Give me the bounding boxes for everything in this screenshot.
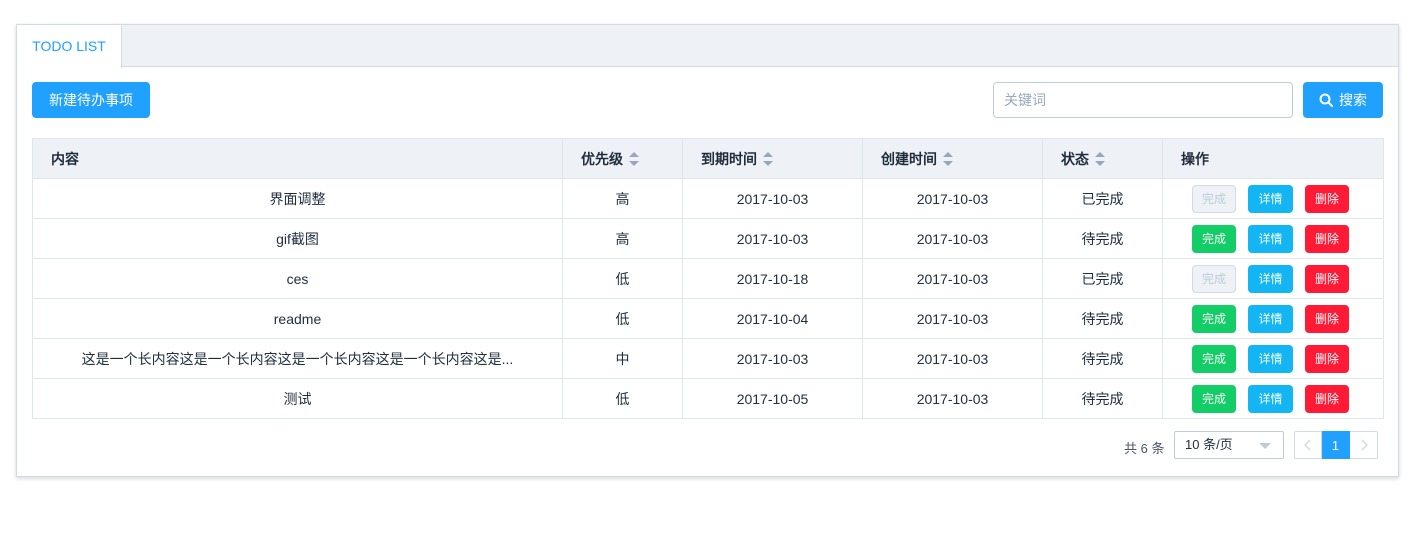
cell-priority: 低: [562, 258, 683, 299]
delete-button[interactable]: 删除: [1305, 264, 1349, 293]
cell-actions: 完成 详情 删除: [1162, 218, 1384, 259]
detail-button[interactable]: 详情: [1248, 384, 1293, 413]
cell-created: 2017-10-03: [862, 298, 1043, 339]
cell-due: 2017-10-18: [682, 258, 863, 299]
cell-priority: 高: [562, 178, 683, 219]
todo-table: 内容 优先级 到期时间 创建时间 状态 操作 界面调整 高 2017-10-03…: [32, 138, 1384, 419]
page-number-button[interactable]: 1: [1322, 431, 1350, 459]
cell-content: ces: [32, 258, 563, 299]
cell-created: 2017-10-03: [862, 218, 1043, 259]
cell-status: 待完成: [1042, 218, 1163, 259]
delete-button[interactable]: 删除: [1305, 184, 1349, 213]
cell-created: 2017-10-03: [862, 258, 1043, 299]
table-header-row: 内容 优先级 到期时间 创建时间 状态 操作: [32, 138, 1384, 179]
cell-status: 待完成: [1042, 378, 1163, 419]
complete-button: 完成: [1192, 184, 1236, 213]
table-row: 界面调整 高 2017-10-03 2017-10-03 已完成 完成 详情 删除: [32, 178, 1384, 219]
pagination: 1: [1294, 431, 1378, 459]
search-icon: [1319, 93, 1333, 107]
sort-caret-icon[interactable]: [629, 151, 639, 166]
cell-status: 已完成: [1042, 258, 1163, 299]
page-size-select[interactable]: 10 条/页: [1174, 431, 1284, 459]
cell-due: 2017-10-04: [682, 298, 863, 339]
keyword-search-input[interactable]: [993, 82, 1293, 118]
cell-status: 待完成: [1042, 338, 1163, 379]
sort-caret-icon[interactable]: [763, 151, 773, 166]
cell-due: 2017-10-03: [682, 338, 863, 379]
detail-button[interactable]: 详情: [1248, 344, 1293, 373]
complete-button[interactable]: 完成: [1192, 384, 1236, 413]
todo-card: TODO LIST 新建待办事项 搜索 内容 优先级 到期时间 创建时间 状态 …: [16, 24, 1399, 477]
complete-button: 完成: [1192, 264, 1236, 293]
cell-content: 这是一个长内容这是一个长内容这是一个长内容这是一个长内容这是...: [32, 338, 563, 379]
search-button[interactable]: 搜索: [1303, 82, 1383, 118]
cell-status: 待完成: [1042, 298, 1163, 339]
tab-todo-list[interactable]: TODO LIST: [17, 25, 122, 68]
header-content: 内容: [32, 138, 563, 179]
cell-content: 测试: [32, 378, 563, 419]
cell-actions: 完成 详情 删除: [1162, 378, 1384, 419]
delete-button[interactable]: 删除: [1305, 224, 1349, 253]
delete-button[interactable]: 删除: [1305, 344, 1349, 373]
detail-button[interactable]: 详情: [1248, 304, 1293, 333]
table-row: readme 低 2017-10-04 2017-10-03 待完成 完成 详情删…: [32, 298, 1384, 339]
header-created[interactable]: 创建时间: [862, 138, 1043, 179]
cell-due: 2017-10-03: [682, 218, 863, 259]
table-row: 测试 低 2017-10-05 2017-10-03 待完成 完成 详情 删除: [32, 378, 1384, 419]
chevron-left-icon: [1304, 439, 1311, 451]
page-size-value: 10 条/页: [1185, 437, 1233, 452]
cell-priority: 高: [562, 218, 683, 259]
header-priority[interactable]: 优先级: [562, 138, 683, 179]
cell-content: 界面调整: [32, 178, 563, 219]
cell-actions: 完成 详情 删除: [1162, 178, 1384, 219]
complete-button[interactable]: 完成: [1192, 344, 1236, 373]
sort-caret-icon[interactable]: [943, 151, 953, 166]
search-button-label: 搜索: [1339, 92, 1367, 108]
header-actions: 操作: [1162, 138, 1384, 179]
cell-priority: 低: [562, 298, 683, 339]
detail-button[interactable]: 详情: [1248, 184, 1293, 213]
detail-button[interactable]: 详情: [1248, 224, 1293, 253]
table-row: gif截图 高 2017-10-03 2017-10-03 待完成 完成 详情 删除: [32, 218, 1384, 259]
next-page-button[interactable]: [1350, 431, 1378, 459]
detail-button[interactable]: 详情: [1248, 264, 1293, 293]
table-row: ces 低 2017-10-18 2017-10-03 已完成 完成 详情 删除: [32, 258, 1384, 299]
tab-bar: TODO LIST: [17, 25, 1398, 68]
complete-button[interactable]: 完成: [1192, 224, 1236, 253]
delete-button[interactable]: 删除: [1305, 304, 1349, 333]
cell-created: 2017-10-03: [862, 378, 1043, 419]
cell-created: 2017-10-03: [862, 178, 1043, 219]
cell-priority: 低: [562, 378, 683, 419]
cell-due: 2017-10-05: [682, 378, 863, 419]
pagination-total: 共 6 条: [1124, 441, 1165, 456]
cell-actions: 完成 详情 删除: [1162, 338, 1384, 379]
complete-button[interactable]: 完成: [1192, 304, 1236, 333]
cell-created: 2017-10-03: [862, 338, 1043, 379]
caret-down-icon: [1259, 443, 1271, 449]
delete-button[interactable]: 删除: [1305, 384, 1349, 413]
cell-content: readme: [32, 298, 563, 339]
table-row: 这是一个长内容这是一个长内容这是一个长内容这是一个长内容这是... 中 2017…: [32, 338, 1384, 379]
cell-actions: 完成 详情 删除: [1162, 298, 1384, 339]
header-due[interactable]: 到期时间: [682, 138, 863, 179]
cell-priority: 中: [562, 338, 683, 379]
sort-caret-icon[interactable]: [1095, 151, 1105, 166]
header-status[interactable]: 状态: [1042, 138, 1163, 179]
cell-due: 2017-10-03: [682, 178, 863, 219]
cell-status: 已完成: [1042, 178, 1163, 219]
cell-actions: 完成 详情 删除: [1162, 258, 1384, 299]
chevron-right-icon: [1360, 439, 1368, 451]
prev-page-button[interactable]: [1294, 431, 1322, 459]
cell-content: gif截图: [32, 218, 563, 259]
new-todo-button[interactable]: 新建待办事项: [32, 82, 150, 118]
